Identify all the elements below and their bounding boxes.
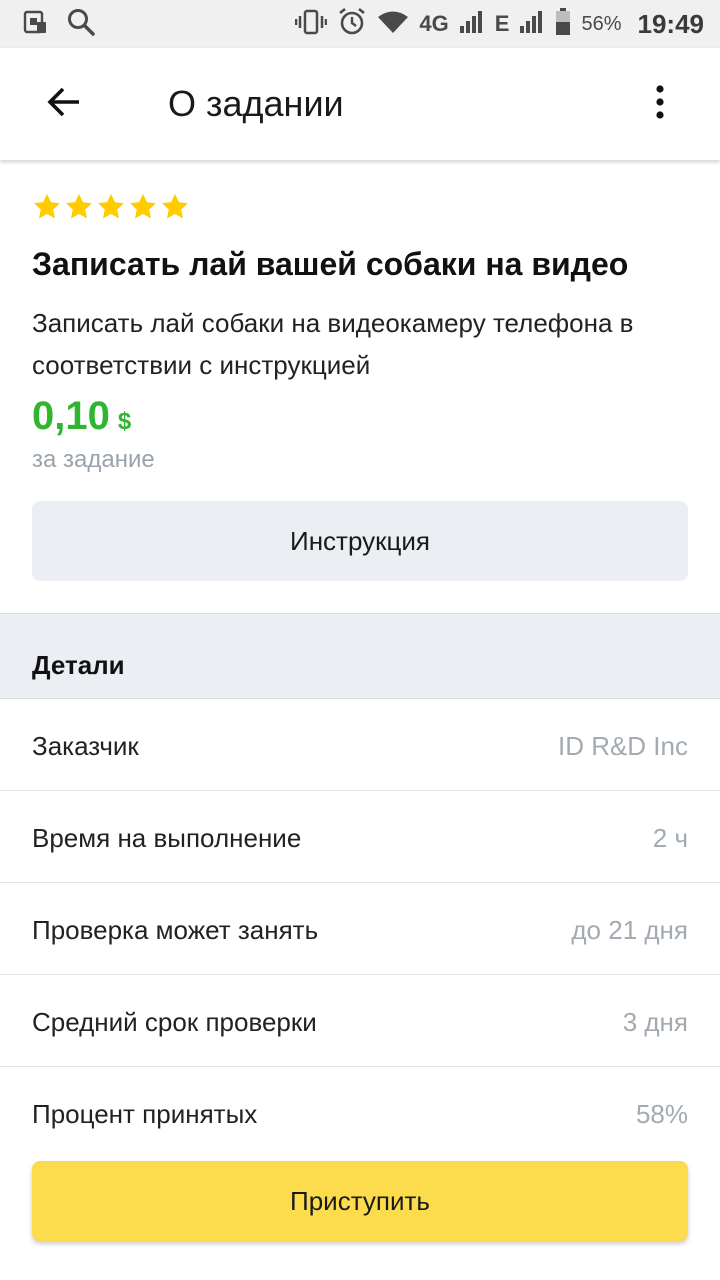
- signal-icon: [459, 10, 485, 39]
- instruction-button[interactable]: Инструкция: [32, 501, 688, 581]
- detail-value: 2 ч: [652, 823, 688, 853]
- detail-value: 58%: [635, 1099, 688, 1129]
- back-button[interactable]: [40, 82, 88, 126]
- star-icon: [128, 192, 160, 227]
- price-amount: 0,10: [32, 394, 110, 438]
- detail-label: Средний срок проверки: [32, 1007, 317, 1037]
- task-description: Записать лай собаки на видеокамеру телеф…: [32, 308, 634, 380]
- star-icon: [32, 192, 64, 227]
- rating-stars: [32, 192, 192, 227]
- details-header: Детали: [0, 613, 720, 699]
- clock: 19:49: [637, 8, 705, 39]
- detail-value: 3 дня: [622, 1007, 688, 1037]
- app-bar: О задании: [0, 48, 720, 160]
- task-title: Записать лай вашей собаки на видео: [32, 246, 629, 282]
- battery-icon: [555, 7, 571, 41]
- detail-row-review-time: Проверка может занять до 21 дня: [0, 883, 720, 975]
- sim-card-icon: [22, 9, 48, 40]
- price-currency: $: [117, 408, 132, 435]
- star-icon: [96, 192, 128, 227]
- detail-row-time: Время на выполнение 2 ч: [0, 791, 720, 883]
- arrow-back-icon: [47, 87, 81, 122]
- price: 0,10 $: [32, 394, 131, 439]
- page-title: О задании: [168, 83, 344, 124]
- detail-label: Процент принятых: [32, 1099, 258, 1129]
- screen: 4G E 56% 19:49 О задании Записать лай ва…: [0, 0, 720, 1280]
- search-icon: [66, 7, 96, 42]
- star-icon: [160, 192, 192, 227]
- more-vert-icon: [655, 84, 665, 124]
- network-type-2: E: [494, 11, 510, 36]
- signal-icon-2: [519, 10, 545, 39]
- detail-value: до 21 дня: [571, 915, 688, 945]
- more-options-button[interactable]: [636, 78, 684, 130]
- detail-label: Заказчик: [32, 731, 139, 761]
- alarm-icon: [337, 7, 367, 42]
- status-bar: 4G E 56% 19:49: [0, 0, 720, 48]
- detail-label: Время на выполнение: [32, 823, 302, 853]
- star-icon: [64, 192, 96, 227]
- detail-value: ID R&D Inc: [557, 731, 688, 761]
- details-title: Детали: [32, 650, 125, 680]
- vibrate-icon: [295, 9, 328, 40]
- wifi-icon: [377, 10, 409, 39]
- start-button[interactable]: Приступить: [32, 1161, 688, 1241]
- detail-row-customer: Заказчик ID R&D Inc: [0, 699, 720, 791]
- battery-percent: 56%: [581, 12, 622, 35]
- detail-row-avg-review: Средний срок проверки 3 дня: [0, 975, 720, 1067]
- detail-row-accepted-percent: Процент принятых 58%: [0, 1067, 720, 1159]
- detail-label: Проверка может занять: [32, 915, 319, 945]
- price-note: за задание: [32, 446, 155, 473]
- network-type: 4G: [419, 11, 449, 36]
